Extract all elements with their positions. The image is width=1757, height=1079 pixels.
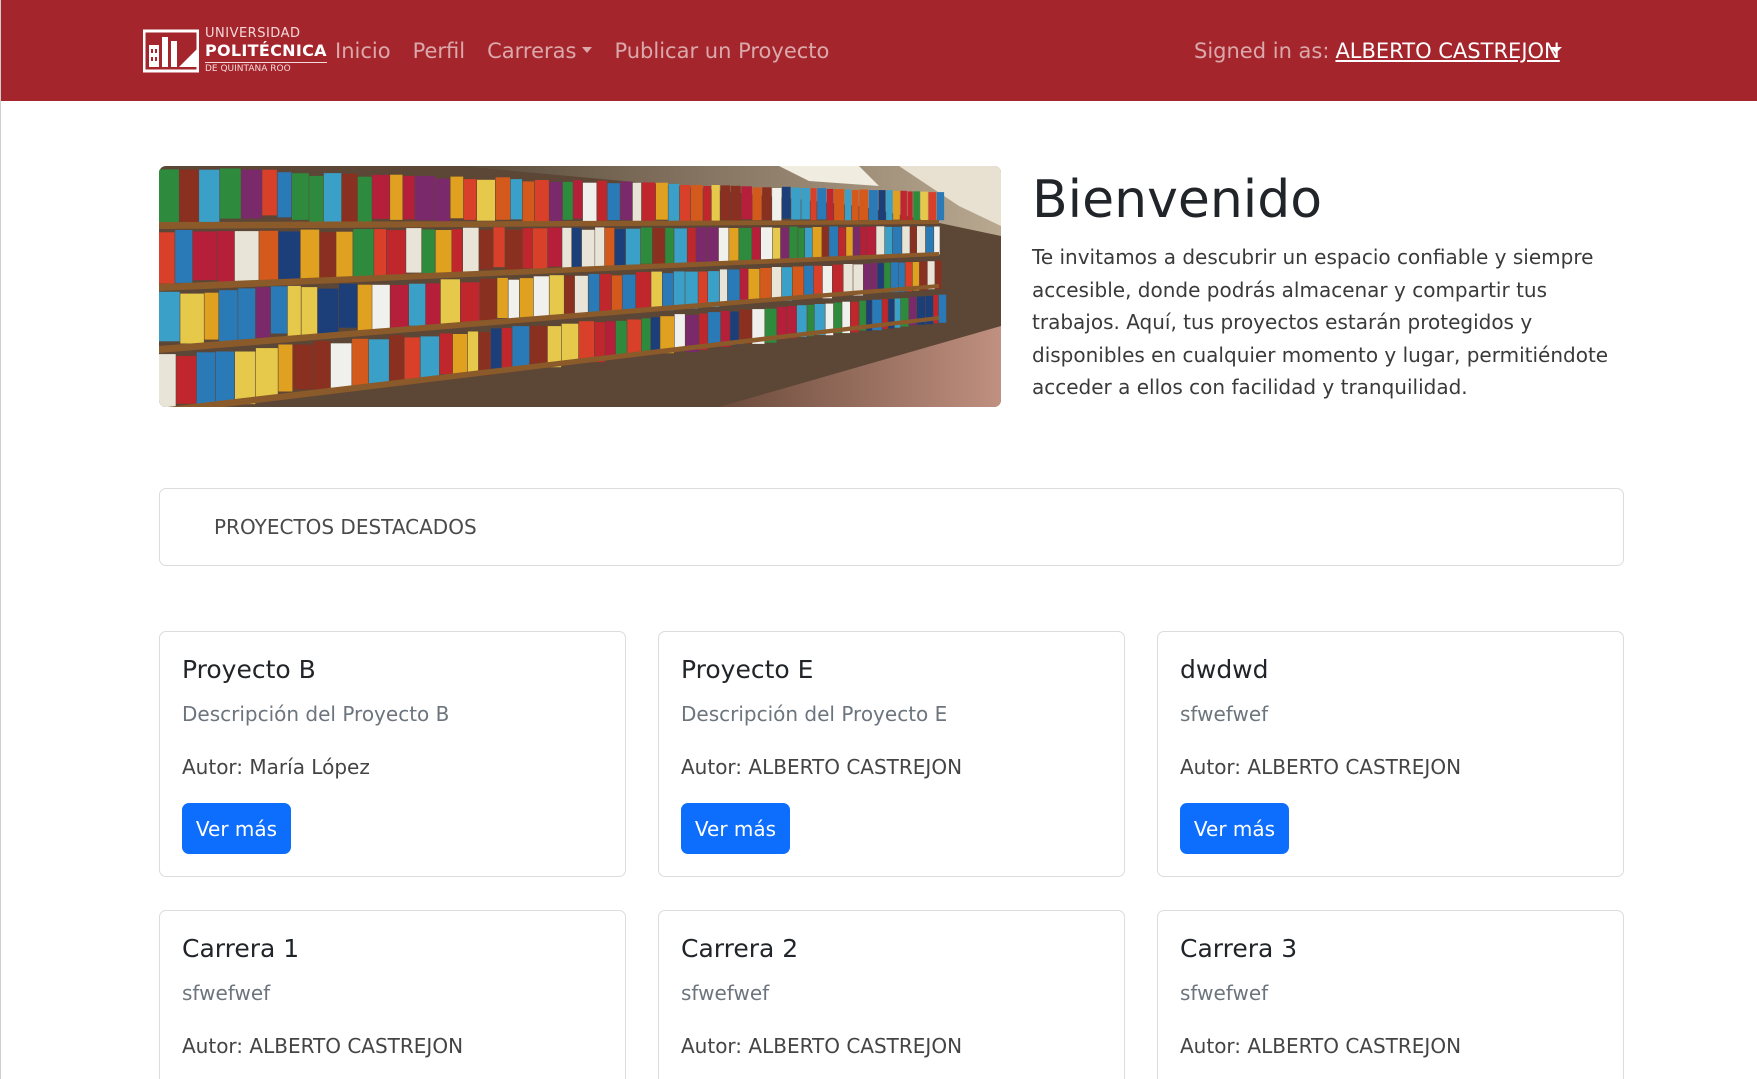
hero-title: Bienvenido bbox=[1032, 170, 1323, 230]
card-title: Carrera 1 bbox=[182, 934, 300, 963]
nav-links: Inicio Perfil Carreras Publicar un Proye… bbox=[335, 0, 851, 101]
logo-line-2: POLITÉCNICA bbox=[205, 40, 327, 60]
card-author: Autor: ALBERTO CASTREJON bbox=[681, 755, 963, 779]
user-name-link[interactable]: ALBERTO CASTREJON bbox=[1335, 39, 1559, 63]
ver-mas-button[interactable]: Ver más bbox=[1180, 803, 1289, 854]
card-description: sfwefwef bbox=[681, 981, 770, 1005]
card-author: Autor: María López bbox=[182, 755, 370, 779]
project-card: Proyecto E Descripción del Proyecto E Au… bbox=[658, 631, 1125, 877]
logo-text: UNIVERSIDAD POLITÉCNICA DE QUINTANA ROO bbox=[205, 27, 327, 74]
project-card: Carrera 2 sfwefwef Autor: ALBERTO CASTRE… bbox=[658, 910, 1125, 1079]
card-description: sfwefwef bbox=[182, 981, 271, 1005]
project-card: Carrera 1 sfwefwef Autor: ALBERTO CASTRE… bbox=[159, 910, 626, 1079]
ver-mas-button[interactable]: Ver más bbox=[182, 803, 291, 854]
nav-link-carreras-label: Carreras bbox=[487, 38, 577, 63]
navbar: UNIVERSIDAD POLITÉCNICA DE QUINTANA ROO … bbox=[1, 0, 1757, 101]
user-menu-caret-icon[interactable] bbox=[1550, 47, 1562, 53]
featured-projects-header: PROYECTOS DESTACADOS bbox=[159, 488, 1624, 566]
card-author: Autor: ALBERTO CASTREJON bbox=[1180, 755, 1462, 779]
logo-line-3: DE QUINTANA ROO bbox=[205, 61, 327, 74]
card-title: Carrera 2 bbox=[681, 934, 799, 963]
nav-link-inicio[interactable]: Inicio bbox=[335, 39, 391, 63]
card-author: Autor: ALBERTO CASTREJON bbox=[681, 1034, 963, 1058]
signed-in-prefix: Signed in as: bbox=[1194, 38, 1330, 63]
library-bookshelves-image bbox=[159, 166, 1001, 407]
logo-building-icon bbox=[143, 27, 199, 73]
featured-projects-label: PROYECTOS DESTACADOS bbox=[214, 515, 477, 539]
card-description: Descripción del Proyecto B bbox=[182, 702, 450, 726]
nav-link-carreras-dropdown[interactable]: Carreras bbox=[487, 38, 593, 63]
card-author: Autor: ALBERTO CASTREJON bbox=[1180, 1034, 1462, 1058]
project-card: Carrera 3 sfwefwef Autor: ALBERTO CASTRE… bbox=[1157, 910, 1624, 1079]
card-title: Carrera 3 bbox=[1180, 934, 1298, 963]
card-description: sfwefwef bbox=[1180, 702, 1269, 726]
card-description: Descripción del Proyecto E bbox=[681, 702, 948, 726]
project-card: Proyecto B Descripción del Proyecto B Au… bbox=[159, 631, 626, 877]
card-title: dwdwd bbox=[1180, 655, 1269, 684]
chevron-down-icon bbox=[582, 46, 593, 53]
nav-link-publicar-proyecto[interactable]: Publicar un Proyecto bbox=[614, 39, 829, 63]
card-author: Autor: ALBERTO CASTREJON bbox=[182, 1034, 464, 1058]
nav-link-perfil[interactable]: Perfil bbox=[413, 39, 466, 63]
card-title: Proyecto E bbox=[681, 655, 814, 684]
project-card: dwdwd sfwefwef Autor: ALBERTO CASTREJON … bbox=[1157, 631, 1624, 877]
hero-description: Te invitamos a descubrir un espacio conf… bbox=[1032, 245, 1609, 399]
ver-mas-button[interactable]: Ver más bbox=[681, 803, 790, 854]
logo-line-1: UNIVERSIDAD bbox=[205, 25, 301, 41]
university-logo[interactable]: UNIVERSIDAD POLITÉCNICA DE QUINTANA ROO bbox=[143, 19, 327, 81]
card-description: sfwefwef bbox=[1180, 981, 1269, 1005]
signed-in-status: Signed in as: ALBERTO CASTREJON bbox=[1194, 0, 1560, 101]
card-title: Proyecto B bbox=[182, 655, 316, 684]
